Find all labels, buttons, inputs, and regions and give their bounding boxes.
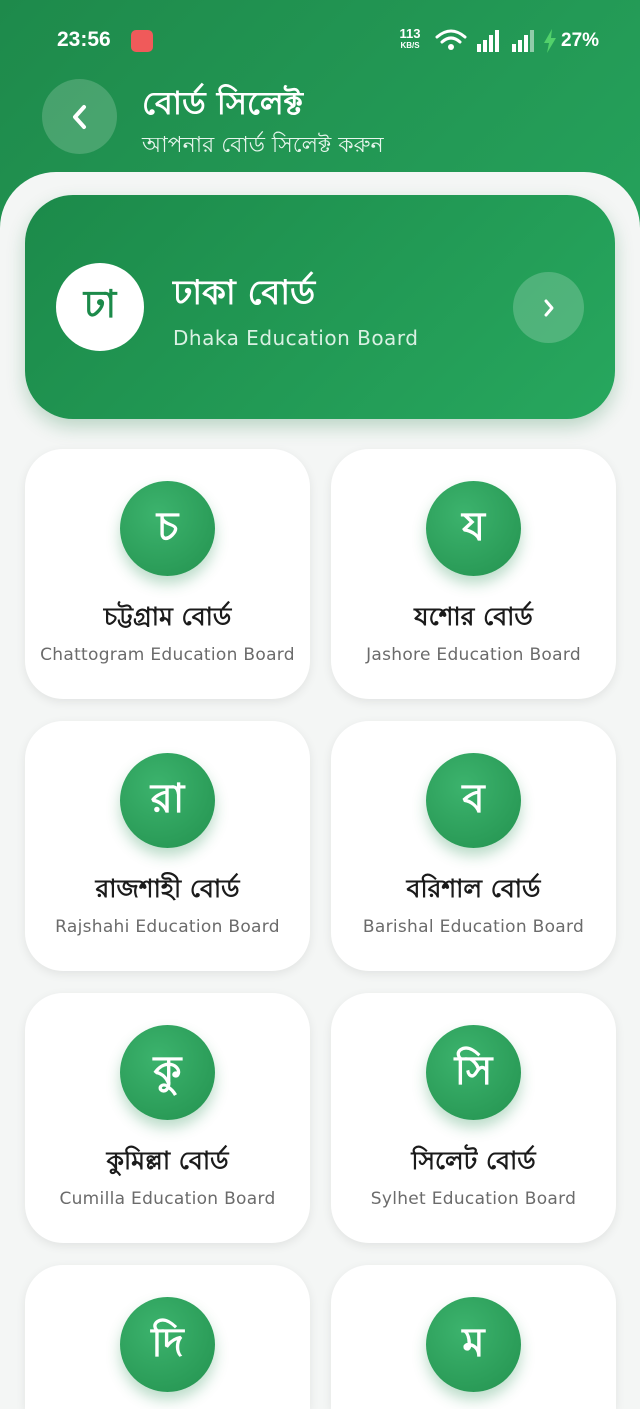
board-english-name: Chattogram Education Board bbox=[40, 645, 295, 665]
board-name: রাজশাহী বোর্ড bbox=[95, 874, 240, 903]
featured-board-arrow-button[interactable] bbox=[513, 272, 584, 343]
board-name: যশোর বোর্ড bbox=[414, 602, 533, 631]
featured-board-english-name: Dhaka Education Board bbox=[173, 326, 419, 350]
board-card-dinajpur[interactable]: দি bbox=[25, 1265, 310, 1409]
board-letter-avatar: ঢা bbox=[56, 263, 144, 351]
board-name: চট্টগ্রাম বোর্ড bbox=[103, 602, 232, 631]
page-title: বোর্ড সিলেক্ট bbox=[142, 84, 304, 122]
app-notification-icon bbox=[131, 30, 153, 52]
page-subtitle: আপনার বোর্ড সিলেক্ট করুন bbox=[142, 133, 384, 158]
board-card-barishal[interactable]: ব বরিশাল বোর্ড Barishal Education Board bbox=[331, 721, 616, 971]
board-letter-circle: সি bbox=[426, 1025, 521, 1120]
chevron-right-icon bbox=[544, 299, 553, 316]
wifi-icon bbox=[435, 29, 467, 50]
board-letter-circle: চ bbox=[120, 481, 215, 576]
featured-board-name: ঢাকা বোর্ড bbox=[173, 273, 316, 313]
signal-icon-secondary bbox=[512, 30, 534, 52]
network-speed-value: 113 bbox=[399, 26, 421, 41]
board-card-sylhet[interactable]: সি সিলেট বোর্ড Sylhet Education Board bbox=[331, 993, 616, 1243]
signal-icon bbox=[477, 30, 499, 52]
status-time: 23:56 bbox=[57, 28, 111, 51]
board-card-mymensingh[interactable]: ম bbox=[331, 1265, 616, 1409]
board-english-name: Barishal Education Board bbox=[362, 917, 585, 937]
board-card-chattogram[interactable]: চ চট্টগ্রাম বোর্ড Chattogram Education B… bbox=[25, 449, 310, 699]
board-letter-circle: ব bbox=[426, 753, 521, 848]
network-speed: 113 KB/S bbox=[396, 26, 424, 52]
status-bar: 23:56 113 KB/S 27% bbox=[0, 24, 640, 60]
charging-bolt-icon bbox=[544, 29, 556, 53]
board-name: বরিশাল বোর্ড bbox=[406, 874, 541, 903]
board-letter-circle: রা bbox=[120, 753, 215, 848]
network-speed-unit: KB/S bbox=[400, 41, 420, 50]
board-english-name: Jashore Education Board bbox=[366, 645, 581, 665]
board-letter-circle: ম bbox=[426, 1297, 521, 1392]
board-name: সিলেট বোর্ড bbox=[411, 1146, 536, 1175]
board-letter-circle: দি bbox=[120, 1297, 215, 1392]
board-card-cumilla[interactable]: কু কুমিল্লা বোর্ড Cumilla Education Boar… bbox=[25, 993, 310, 1243]
board-letter-circle: য bbox=[426, 481, 521, 576]
board-name: কুমিল্লা বোর্ড bbox=[106, 1146, 229, 1175]
battery-percent: 27% bbox=[561, 30, 600, 51]
board-english-name: Rajshahi Education Board bbox=[55, 917, 280, 937]
back-button[interactable] bbox=[42, 79, 117, 154]
featured-board-dhaka[interactable]: ঢা ঢাকা বোর্ড Dhaka Education Board bbox=[25, 195, 615, 419]
board-english-name: Cumilla Education Board bbox=[59, 1189, 276, 1209]
board-card-rajshahi[interactable]: রা রাজশাহী বোর্ড Rajshahi Education Boar… bbox=[25, 721, 310, 971]
board-letter-circle: কু bbox=[120, 1025, 215, 1120]
board-english-name: Sylhet Education Board bbox=[370, 1189, 577, 1209]
board-card-jashore[interactable]: য যশোর বোর্ড Jashore Education Board bbox=[331, 449, 616, 699]
chevron-left-icon bbox=[72, 104, 86, 129]
